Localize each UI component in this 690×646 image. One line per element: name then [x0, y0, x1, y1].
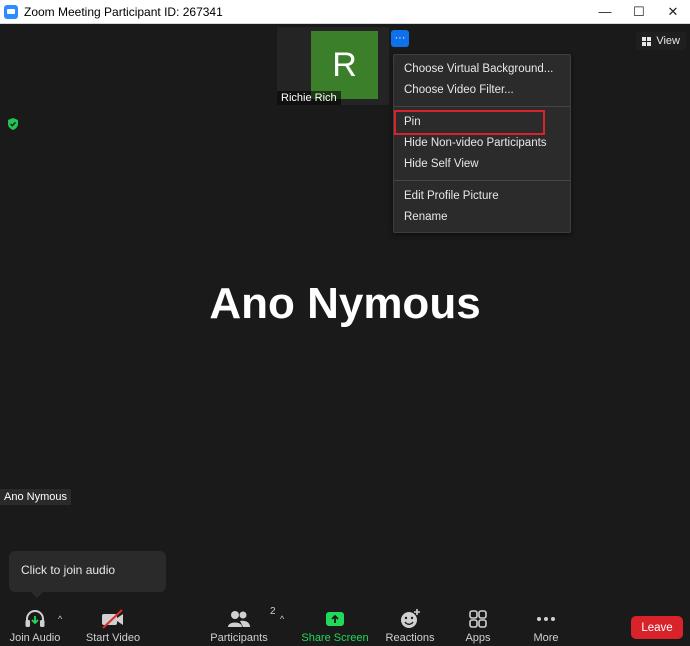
participant-name: Richie Rich: [277, 91, 341, 105]
share-screen-button[interactable]: Share Screen: [300, 608, 370, 644]
participants-button[interactable]: 2 Participants: [204, 606, 276, 644]
menu-hide-non-video-participants[interactable]: Hide Non-video Participants: [394, 133, 570, 154]
window-controls: — ☐ ✕: [588, 0, 690, 24]
active-speaker-name: Ano Nymous: [209, 279, 481, 328]
menu-pin[interactable]: Pin: [394, 110, 545, 135]
apps-icon: [469, 610, 487, 628]
meeting-toolbar: Join Audio ^ Start Video 2 Participants …: [0, 600, 690, 646]
start-video-label: Start Video: [85, 632, 141, 644]
participants-count: 2: [270, 606, 276, 617]
menu-edit-profile-picture[interactable]: Edit Profile Picture: [394, 186, 570, 207]
apps-button[interactable]: Apps: [443, 608, 513, 644]
participant-thumbnail[interactable]: R Richie Rich: [277, 27, 389, 105]
participant-avatar: R: [311, 31, 378, 99]
participant-more-button[interactable]: ···: [391, 30, 409, 47]
view-button[interactable]: View: [636, 32, 686, 50]
more-label: More: [533, 632, 559, 644]
close-button[interactable]: ✕: [656, 0, 690, 24]
maximize-button[interactable]: ☐: [622, 0, 656, 24]
zoom-app-icon: [4, 4, 18, 19]
menu-separator: [394, 180, 570, 181]
menu-hide-self-view[interactable]: Hide Self View: [394, 154, 570, 175]
minimize-button[interactable]: —: [588, 0, 622, 24]
audio-options-caret[interactable]: ^: [58, 614, 62, 624]
more-button[interactable]: More: [511, 608, 581, 644]
participants-label: Participants: [210, 632, 268, 644]
participants-icon: [228, 611, 250, 627]
reactions-label: Reactions: [385, 632, 435, 644]
join-audio-tooltip: Click to join audio: [9, 551, 166, 598]
menu-rename[interactable]: Rename: [394, 207, 570, 228]
title-bar: Zoom Meeting Participant ID: 267341 — ☐ …: [0, 0, 690, 24]
share-screen-label: Share Screen: [301, 632, 369, 644]
menu-separator: [394, 106, 570, 107]
meeting-stage: R Richie Rich ··· View Choose Virtual Ba…: [0, 24, 690, 600]
leave-button[interactable]: Leave: [631, 616, 683, 639]
participant-context-menu: Choose Virtual Background... Choose Vide…: [393, 54, 571, 233]
shield-icon[interactable]: [6, 117, 20, 131]
grid-view-icon: [642, 36, 652, 46]
share-screen-icon: [326, 612, 344, 626]
ellipsis-icon: [537, 617, 555, 621]
video-off-icon: [102, 609, 123, 629]
menu-choose-virtual-background[interactable]: Choose Virtual Background...: [394, 59, 570, 80]
window-title: Zoom Meeting Participant ID: 267341: [24, 4, 223, 19]
self-name-label: Ano Nymous: [0, 489, 71, 505]
participants-options-caret[interactable]: ^: [280, 614, 284, 624]
menu-choose-video-filter[interactable]: Choose Video Filter...: [394, 80, 570, 101]
apps-label: Apps: [465, 632, 491, 644]
view-label: View: [656, 35, 680, 47]
reactions-icon: [401, 609, 420, 628]
start-video-button[interactable]: Start Video: [78, 608, 148, 644]
reactions-button[interactable]: Reactions: [375, 608, 445, 644]
join-audio-label: Join Audio: [9, 632, 61, 644]
headphones-icon: [25, 610, 45, 627]
